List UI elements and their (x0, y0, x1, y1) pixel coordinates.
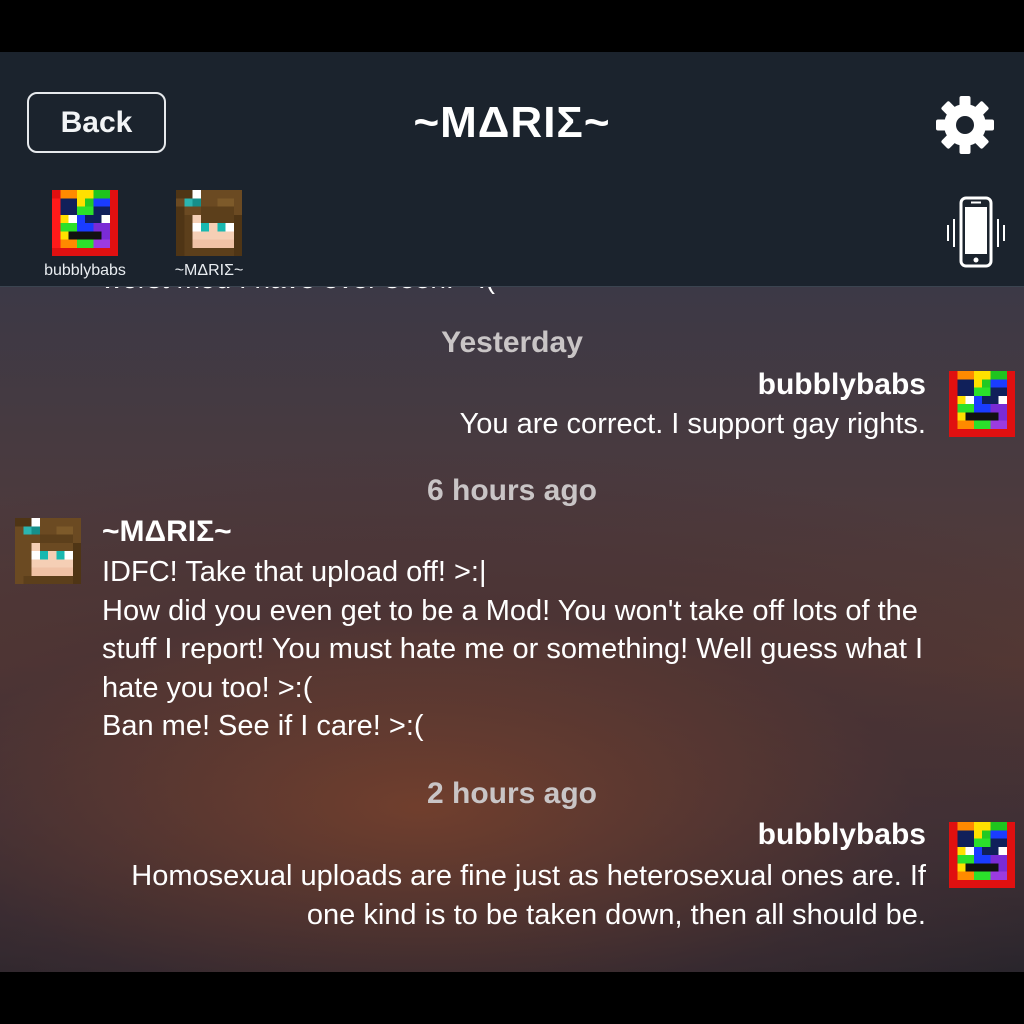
participant-name: ~MΔRIΣ~ (174, 262, 244, 279)
gear-icon[interactable] (934, 94, 996, 156)
message-line: one kind is to be taken down, then all s… (306, 898, 926, 931)
message-bubble: IDFC! Take that upload off! >:| How did … (102, 553, 1012, 746)
timestamp-label: 6 hours ago (426, 474, 598, 507)
message-bubble: You are correct. I support gay rights. (126, 405, 926, 444)
message-line: You are correct. I support gay rights. (459, 408, 926, 440)
sender-name: bubblybabs (757, 368, 926, 401)
girl-avatar-icon[interactable] (15, 518, 81, 584)
rainbow-avatar-icon[interactable] (949, 371, 1015, 437)
participant-bubblybabs[interactable]: bubblybabs (30, 190, 140, 280)
message-line: Ban me! See if I care! >:( (102, 710, 424, 742)
sender-name: bubblybabs (757, 818, 926, 851)
message-list[interactable]: worst mod I have ever seen! >:( Yesterda… (0, 287, 1024, 972)
phone-vibrate-icon[interactable] (944, 195, 1006, 271)
message-line: hate you too! >:( (102, 671, 313, 704)
message-line: stuff I report! You must hate me or some… (102, 633, 924, 665)
timestamp-label: Yesterday (441, 326, 583, 359)
chat-title: ~MΔRIΣ~ (413, 98, 611, 147)
girl-avatar-icon (176, 190, 242, 256)
message-line: IDFC! Take that upload off! >:| (102, 556, 487, 588)
participant-name: bubblybabs (44, 262, 126, 279)
message-bubble: Homosexual uploads are fine just as hete… (26, 857, 926, 934)
rainbow-avatar-icon[interactable] (949, 822, 1015, 888)
rainbow-avatar-icon (52, 190, 118, 256)
timestamp-label: 2 hours ago (426, 777, 598, 810)
back-button[interactable]: Back (27, 92, 166, 153)
sender-name: ~MΔRIΣ~ (102, 515, 232, 548)
chat-header: Back ~MΔRIΣ~ bubblybabs ~MΔRIΣ~ (0, 52, 1024, 287)
message-text-clipped: worst mod I have ever seen! >:( (102, 287, 495, 295)
message-line: How did you even get to be a Mod! You wo… (102, 594, 918, 627)
message-line: Homosexual uploads are fine just as hete… (131, 860, 926, 892)
participant-marie[interactable]: ~MΔRIΣ~ (154, 190, 264, 280)
bottom-bar-area (0, 972, 1024, 1024)
status-bar-area (0, 0, 1024, 52)
